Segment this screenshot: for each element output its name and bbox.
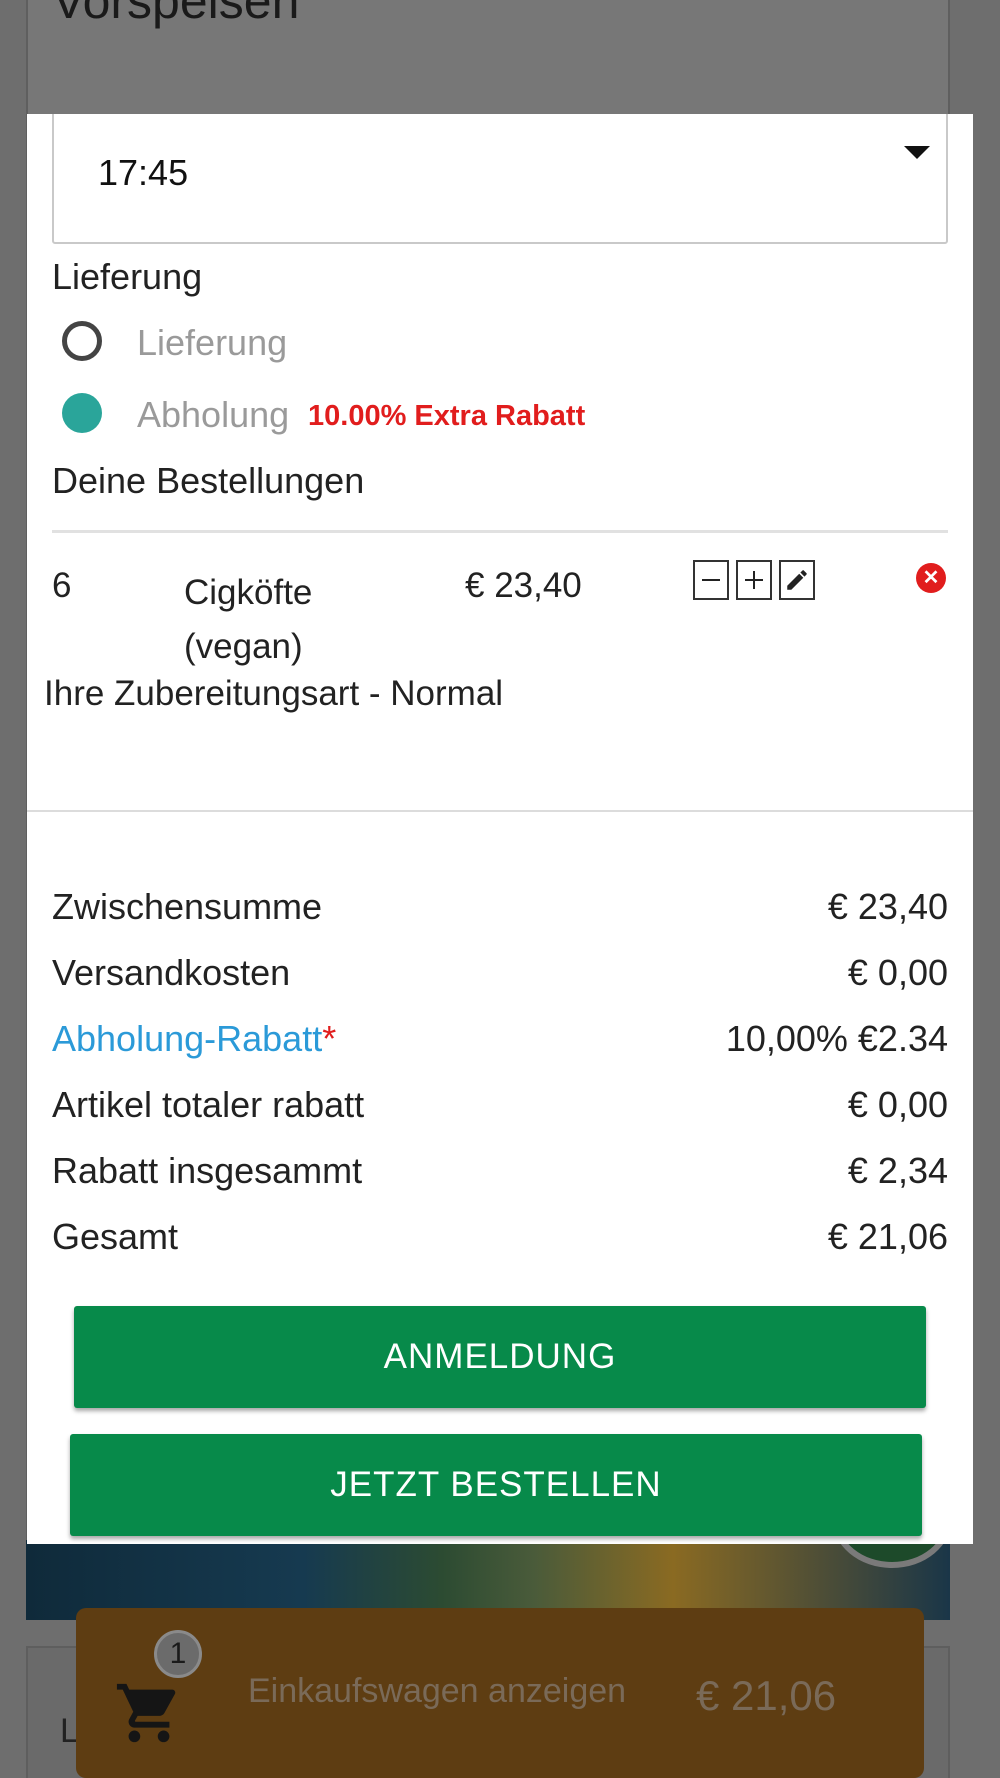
order-item-name: Cigköfte (vegan) xyxy=(184,573,313,666)
pickup-discount-label-wrap: Abholung-Rabatt* xyxy=(52,1018,336,1060)
radio-pickup[interactable] xyxy=(62,393,102,433)
view-cart-bar[interactable]: 1 Einkaufswagen anzeigen € 21,06 xyxy=(76,1608,924,1778)
pickup-time-value: 17:45 xyxy=(98,152,189,193)
divider xyxy=(52,530,948,533)
item-discount-row: Artikel totaler rabatt € 0,00 xyxy=(52,1084,948,1134)
close-circle-icon: ✕ xyxy=(922,567,940,589)
total-value: € 21,06 xyxy=(827,1216,948,1257)
total-label: Gesamt xyxy=(52,1216,179,1257)
shipping-row: Versandkosten € 0,00 xyxy=(52,952,948,1002)
cart-count-badge: 1 xyxy=(154,1630,202,1678)
order-item-qty: 6 xyxy=(52,566,72,605)
shopping-cart-icon xyxy=(116,1683,176,1743)
order-item-price: € 23,40 xyxy=(465,566,582,605)
pickup-discount-value: 10,00% €2.34 xyxy=(725,1018,948,1059)
divider xyxy=(27,810,973,812)
decrease-qty-button[interactable] xyxy=(693,560,729,600)
order-item-row: 6 Cigköfte (vegan) € 23,40 xyxy=(27,554,973,674)
edit-item-button[interactable] xyxy=(779,560,815,600)
pickup-discount-row: Abholung-Rabatt* 10,00% €2.34 xyxy=(52,1018,948,1068)
radio-delivery-label[interactable]: Lieferung xyxy=(137,322,287,364)
login-button[interactable]: ANMELDUNG xyxy=(74,1306,926,1408)
radio-delivery[interactable] xyxy=(62,321,102,361)
pickup-discount-label: Abholung-Rabatt xyxy=(52,1018,323,1059)
total-discount-row: Rabatt insgesammt € 2,34 xyxy=(52,1150,948,1200)
item-discount-value: € 0,00 xyxy=(847,1084,948,1125)
caret-down-icon xyxy=(904,146,930,159)
shipping-value: € 0,00 xyxy=(847,952,948,993)
orders-section-label: Deine Bestellungen xyxy=(52,460,365,501)
pencil-icon xyxy=(787,570,807,590)
remove-item-button[interactable]: ✕ xyxy=(916,563,946,593)
radio-pickup-label[interactable]: Abholung xyxy=(137,394,289,436)
total-row: Gesamt € 21,06 xyxy=(52,1216,948,1266)
subtotal-label: Zwischensumme xyxy=(52,886,323,927)
delivery-section-label: Lieferung xyxy=(52,256,203,297)
order-now-button[interactable]: JETZT BESTELLEN xyxy=(70,1434,922,1536)
total-discount-value: € 2,34 xyxy=(847,1150,948,1191)
order-modal: 17:45 Lieferung Lieferung Abholung 10.00… xyxy=(27,114,973,1544)
shipping-label: Versandkosten xyxy=(52,952,291,993)
view-cart-label: Einkaufswagen anzeigen xyxy=(248,1672,627,1710)
subtotal-value: € 23,40 xyxy=(827,886,948,927)
item-discount-label: Artikel totaler rabatt xyxy=(52,1084,365,1125)
pickup-time-select[interactable]: 17:45 xyxy=(52,114,948,244)
cart-total: € 21,06 xyxy=(696,1672,837,1719)
plus-icon xyxy=(745,571,763,589)
total-discount-label: Rabatt insgesammt xyxy=(52,1150,363,1191)
required-marker: * xyxy=(322,1018,337,1059)
minus-icon xyxy=(702,579,720,581)
increase-qty-button[interactable] xyxy=(736,560,772,600)
subtotal-row: Zwischensumme € 23,40 xyxy=(52,886,948,936)
pickup-extra-discount: 10.00% Extra Rabatt xyxy=(308,400,586,432)
section-title: Vorspeisen xyxy=(52,0,300,29)
preparation-method: Ihre Zubereitungsart - Normal xyxy=(44,674,504,713)
